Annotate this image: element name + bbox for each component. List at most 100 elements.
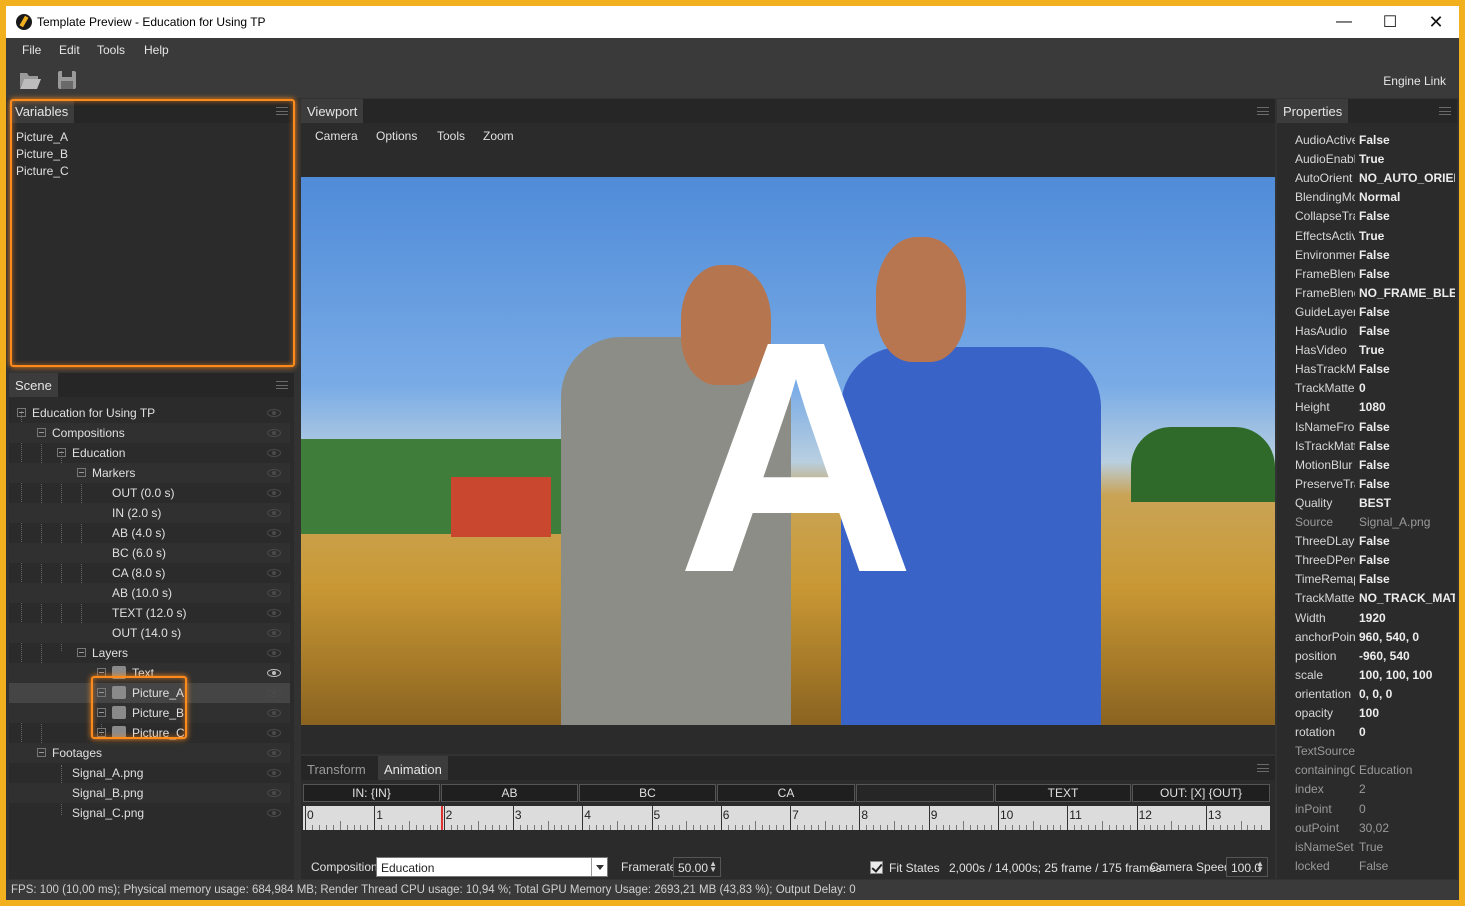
property-row[interactable]: ThreeDPerChar False — [1281, 551, 1453, 570]
property-row[interactable]: HasTrackMatte False — [1281, 360, 1453, 379]
property-row[interactable]: scale 100, 100, 100 — [1281, 666, 1453, 685]
save-icon[interactable] — [55, 69, 79, 91]
marker-segment[interactable]: BC — [579, 784, 716, 802]
collapse-icon[interactable] — [37, 428, 46, 437]
tree-item-markers[interactable]: Markers — [9, 463, 290, 483]
eye-icon[interactable] — [267, 749, 281, 757]
property-row[interactable]: Width 1920 — [1281, 609, 1453, 628]
eye-icon[interactable] — [267, 589, 281, 597]
property-row[interactable]: AudioEnabled True — [1281, 150, 1453, 169]
marker-segment[interactable]: AB — [441, 784, 578, 802]
tab-transform[interactable]: Transform — [301, 756, 372, 780]
expand-icon[interactable] — [97, 668, 106, 677]
panel-menu-icon[interactable] — [276, 381, 288, 389]
tree-item-education[interactable]: Education — [9, 443, 290, 463]
eye-icon[interactable] — [267, 429, 281, 437]
property-row[interactable]: AudioActive False — [1281, 131, 1453, 150]
eye-icon[interactable] — [267, 529, 281, 537]
property-row[interactable]: TimeRemapEnabled False — [1281, 570, 1453, 589]
tree-item-footage[interactable]: Signal_B.png — [9, 783, 290, 803]
eye-icon[interactable] — [267, 549, 281, 557]
viewport-menu-tools[interactable]: Tools — [437, 129, 465, 143]
expand-icon[interactable] — [97, 728, 106, 737]
expand-icon[interactable] — [97, 688, 106, 697]
eye-icon[interactable] — [267, 789, 281, 797]
tree-item-layer-picture-a[interactable]: Picture_A — [9, 683, 290, 703]
property-row[interactable]: index 2 — [1281, 780, 1453, 799]
collapse-icon[interactable] — [77, 648, 86, 657]
marker-segment[interactable]: TEXT — [995, 784, 1131, 802]
property-row[interactable]: anchorPoint 960, 540, 0 — [1281, 628, 1453, 647]
tree-item-marker[interactable]: OUT (0.0 s) — [9, 483, 290, 503]
framerate-spinbox[interactable]: 50.00 ▲ ▼ — [673, 857, 721, 877]
eye-icon[interactable] — [267, 669, 281, 677]
collapse-icon[interactable] — [17, 408, 26, 417]
tree-item-marker[interactable]: BC (6.0 s) — [9, 543, 290, 563]
eye-icon[interactable] — [267, 509, 281, 517]
viewport-menu-options[interactable]: Options — [376, 129, 417, 143]
tree-item-marker[interactable]: CA (8.0 s) — [9, 563, 290, 583]
variables-tab[interactable]: Variables — [9, 99, 75, 123]
panel-menu-icon[interactable] — [1257, 107, 1269, 115]
eye-icon[interactable] — [267, 629, 281, 637]
composition-select[interactable]: Education — [376, 857, 608, 877]
marker-segment[interactable]: CA — [717, 784, 855, 802]
tree-item-footage[interactable]: Signal_A.png — [9, 763, 290, 783]
panel-menu-icon[interactable] — [276, 107, 288, 115]
property-row[interactable]: outPoint 30,02 — [1281, 819, 1453, 838]
property-row[interactable]: CollapseTransformation False — [1281, 207, 1453, 226]
property-row[interactable]: Source Signal_A.png — [1281, 513, 1453, 532]
marker-segment[interactable]: OUT: [X] {OUT} — [1132, 784, 1270, 802]
camera-speed-spinbox[interactable]: 100.0 ▲ ▼ — [1226, 857, 1268, 877]
property-row[interactable]: TextSource — [1281, 742, 1453, 761]
eye-icon[interactable] — [267, 689, 281, 697]
menu-tools[interactable]: Tools — [97, 43, 125, 57]
property-row[interactable]: EffectsActive True — [1281, 227, 1453, 246]
maximize-button[interactable]: ☐ — [1367, 6, 1413, 38]
property-row[interactable]: MotionBlur False — [1281, 456, 1453, 475]
collapse-icon[interactable] — [77, 468, 86, 477]
eye-icon[interactable] — [267, 609, 281, 617]
close-button[interactable]: ✕ — [1413, 6, 1459, 38]
eye-icon[interactable] — [267, 469, 281, 477]
property-row[interactable]: PreserveTransparency False — [1281, 475, 1453, 494]
property-row[interactable]: rotation 0 — [1281, 723, 1453, 742]
viewport-menu-camera[interactable]: Camera — [315, 129, 358, 143]
tree-item-compositions[interactable]: Compositions — [9, 423, 290, 443]
property-row[interactable]: opacity 100 — [1281, 704, 1453, 723]
tree-item-layers[interactable]: Layers — [9, 643, 290, 663]
eye-icon[interactable] — [267, 569, 281, 577]
property-row[interactable]: inPoint 0 — [1281, 800, 1453, 819]
tree-item-root[interactable]: Education for Using TP — [9, 403, 290, 423]
panel-menu-icon[interactable] — [1257, 764, 1269, 772]
property-row[interactable]: locked False — [1281, 857, 1453, 876]
property-row[interactable]: BlendingMode Normal — [1281, 188, 1453, 207]
property-row[interactable]: HasVideo True — [1281, 341, 1453, 360]
collapse-icon[interactable] — [57, 448, 66, 457]
property-row[interactable]: IsTrackMatte False — [1281, 437, 1453, 456]
minimize-button[interactable]: — — [1321, 6, 1367, 38]
viewport-menu-zoom[interactable]: Zoom — [483, 129, 514, 143]
tree-item-marker[interactable]: AB (10.0 s) — [9, 583, 290, 603]
scene-tab[interactable]: Scene — [9, 373, 58, 397]
panel-menu-icon[interactable] — [1439, 107, 1451, 115]
tree-item-layer-picture-c[interactable]: Picture_C — [9, 723, 290, 743]
properties-tab[interactable]: Properties — [1277, 99, 1349, 123]
tree-item-layer-text[interactable]: Text — [9, 663, 290, 683]
property-row[interactable]: Height 1080 — [1281, 398, 1453, 417]
property-row[interactable]: position -960, 540 — [1281, 647, 1453, 666]
marker-segment[interactable]: IN: {IN} — [303, 784, 440, 802]
property-row[interactable]: FrameBlendingType NO_FRAME_BLEND — [1281, 284, 1455, 303]
chevron-down-icon[interactable] — [591, 858, 607, 876]
marker-segment[interactable] — [856, 784, 994, 802]
variable-item[interactable]: Picture_A — [16, 130, 68, 144]
property-row[interactable]: isNameSet True — [1281, 838, 1453, 857]
property-row[interactable]: orientation 0, 0, 0 — [1281, 685, 1453, 704]
property-row[interactable]: TrackMatte 0 — [1281, 379, 1453, 398]
variable-item[interactable]: Picture_B — [16, 147, 68, 161]
viewport-canvas[interactable]: A — [301, 177, 1275, 725]
engine-link-button[interactable]: Engine Link — [1383, 74, 1446, 88]
viewport-tab[interactable]: Viewport — [301, 99, 364, 123]
eye-icon[interactable] — [267, 449, 281, 457]
eye-icon[interactable] — [267, 649, 281, 657]
